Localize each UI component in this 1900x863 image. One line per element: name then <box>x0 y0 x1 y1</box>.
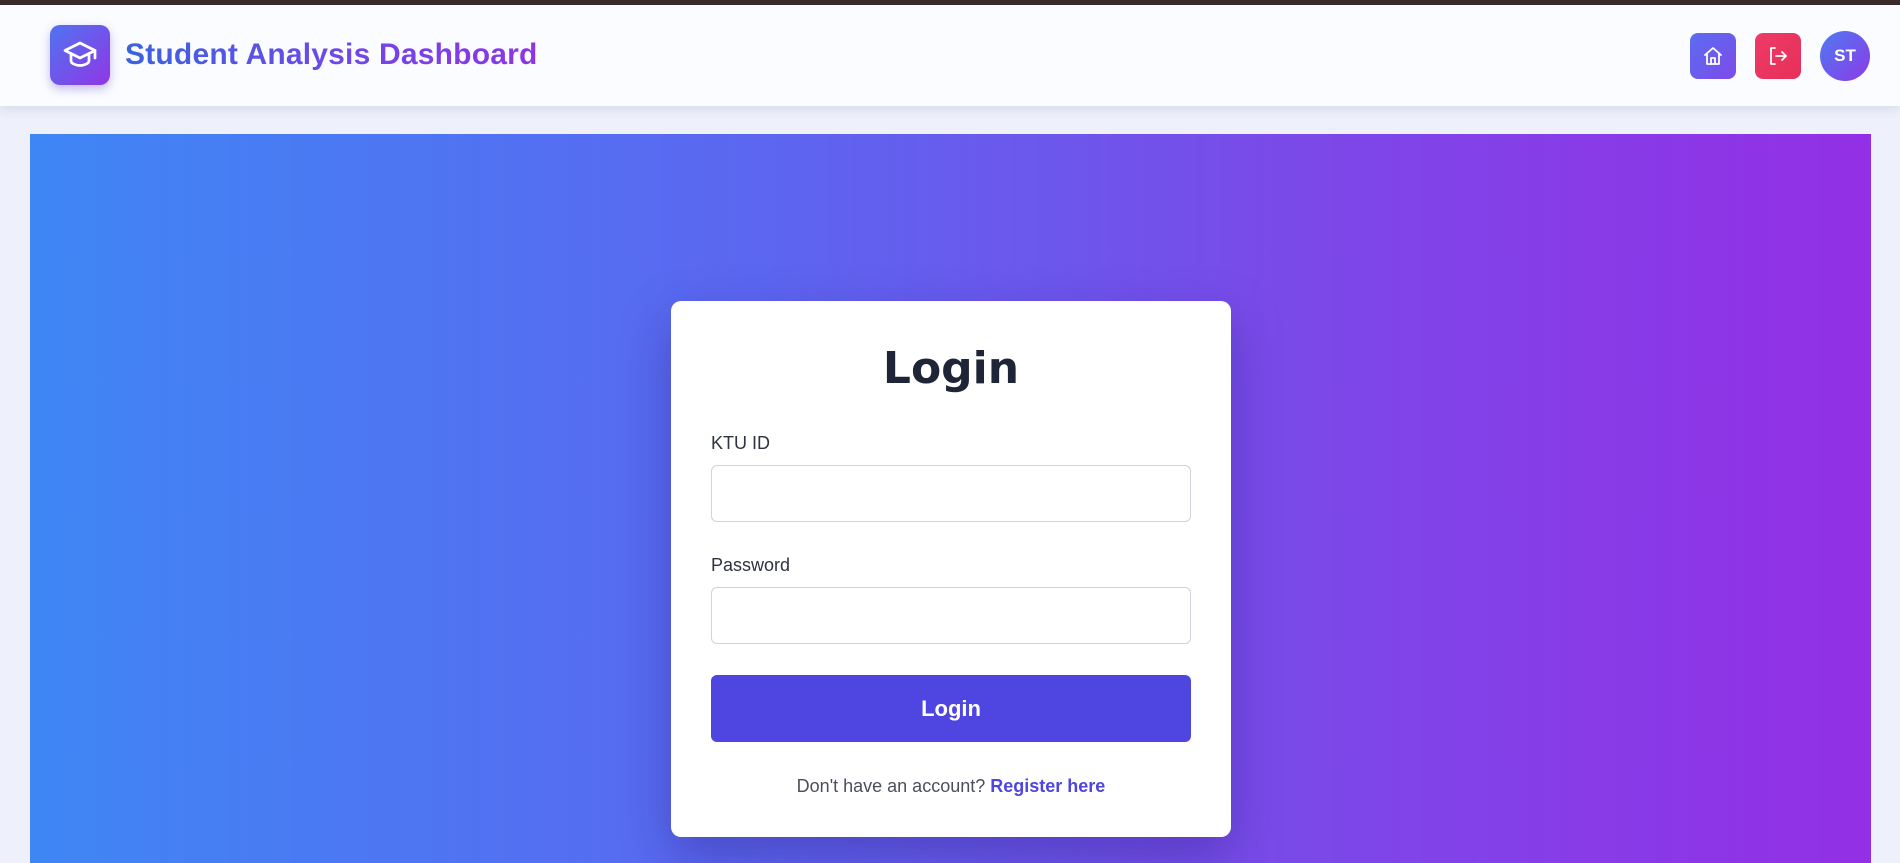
login-card: Login KTU ID Password Login Don't have a… <box>671 301 1231 837</box>
home-button[interactable] <box>1690 33 1736 79</box>
graduation-cap-icon <box>63 41 97 67</box>
app-logo[interactable] <box>50 25 110 85</box>
user-avatar[interactable]: ST <box>1820 31 1870 81</box>
logout-icon <box>1770 47 1787 65</box>
password-label: Password <box>711 555 791 575</box>
ktu-id-label: KTU ID <box>711 433 771 453</box>
login-title: Login <box>882 343 1020 394</box>
app-header: Student Analysis Dashboard ST <box>0 5 1900 106</box>
logout-button[interactable] <box>1755 33 1801 79</box>
register-prompt-line: Don't have an account? Register here <box>671 776 1231 797</box>
login-button[interactable]: Login <box>711 675 1191 742</box>
register-prompt-text: Don't have an account? <box>796 776 986 796</box>
register-link[interactable]: Register here <box>990 776 1105 796</box>
ktu-id-input[interactable] <box>711 465 1191 522</box>
password-input[interactable] <box>711 587 1191 644</box>
app-title: Student Analysis Dashboard <box>125 38 538 71</box>
home-icon <box>1704 47 1722 65</box>
